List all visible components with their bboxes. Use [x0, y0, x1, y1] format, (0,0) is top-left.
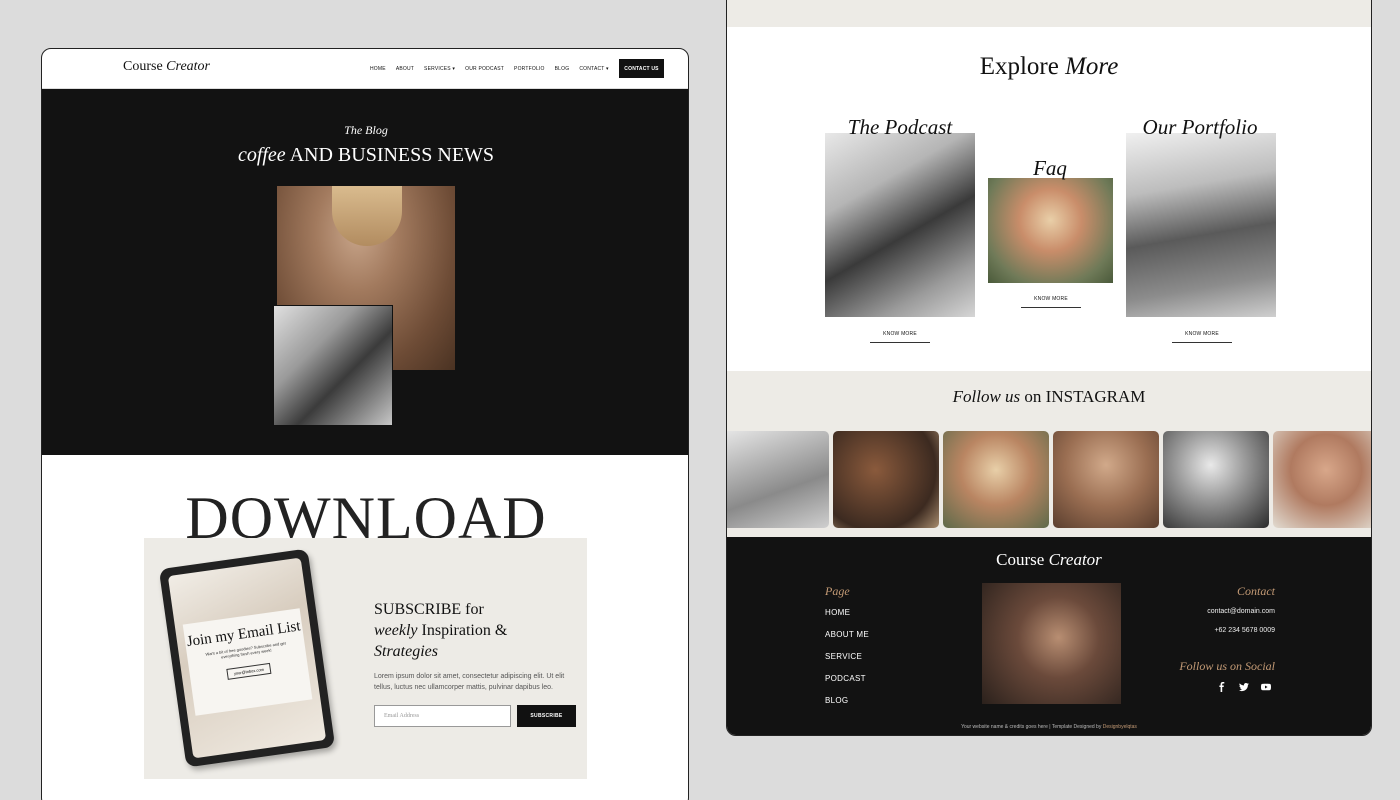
portfolio-title: Our Portfolio [1142, 115, 1258, 139]
instagram-photo[interactable] [943, 431, 1049, 528]
instagram-title-rest: on INSTAGRAM [1024, 387, 1146, 406]
podcast-title: The Podcast [847, 115, 953, 139]
subscribe-button[interactable]: SUBSCRIBE [517, 705, 576, 727]
footer-link-service[interactable]: SERVICE [825, 652, 869, 674]
tablet-mockup: Join my Email List Want a bit of free go… [158, 548, 336, 768]
footer-contact-heading: Contact [1237, 584, 1275, 598]
faq-know-more-link[interactable]: KNOW MORE [1021, 296, 1081, 308]
logo-text-italic: Creator [166, 59, 210, 74]
hero-title: coffee AND BUSINESS NEWS [42, 144, 688, 167]
nav-links: HOME ABOUT SERVICES ▾ OUR PODCAST PORTFO… [370, 66, 609, 72]
instagram-title-italic: Follow us [952, 387, 1021, 406]
hero-title-italic: coffee [237, 144, 286, 166]
contact-us-button[interactable]: CONTACT US [619, 59, 664, 78]
footer-credit-text: Your website name & credits goes here | … [961, 724, 1102, 730]
instagram-title: Follow us on INSTAGRAM [727, 387, 1371, 407]
youtube-icon[interactable] [1261, 682, 1271, 692]
instagram-photo[interactable] [1273, 431, 1371, 528]
twitter-icon[interactable] [1239, 682, 1249, 692]
site-logo[interactable]: Course Creator [123, 59, 210, 75]
footer-logo[interactable]: Course Creator [727, 550, 1371, 570]
subscribe-text: Lorem ipsum dolor sit amet, consectetur … [374, 673, 565, 691]
footer-phone[interactable]: +62 234 5678 0009 [1214, 627, 1275, 634]
subscribe-heading-line3: Strategies [374, 643, 438, 660]
footer-link-podcast[interactable]: PODCAST [825, 674, 869, 696]
explore-page-mockup: Explore More The Podcast KNOW MORE Faq K… [726, 0, 1372, 736]
subscribe-panel: Join my Email List Want a bit of free go… [144, 538, 587, 779]
footer-link-home[interactable]: HOME [825, 608, 869, 630]
faq-photo[interactable] [988, 178, 1113, 283]
instagram-photo[interactable] [1053, 431, 1159, 528]
footer-link-about[interactable]: ABOUT ME [825, 630, 869, 652]
blog-page-mockup: Course Creator HOME ABOUT SERVICES ▾ OUR… [41, 48, 689, 800]
explore-title-italic: More [1065, 53, 1119, 80]
footer-credit: Your website name & credits goes here | … [727, 724, 1371, 730]
instagram-feed [727, 431, 1371, 528]
top-band [727, 0, 1371, 27]
nav-link-blog[interactable]: BLOG [555, 66, 570, 72]
portfolio-photo[interactable] [1126, 133, 1276, 317]
instagram-photo[interactable] [727, 431, 829, 528]
footer-social-heading: Follow us on Social [1179, 659, 1275, 673]
portfolio-know-more-link[interactable]: KNOW MORE [1172, 331, 1232, 343]
footer-email[interactable]: contact@domain.com [1207, 608, 1275, 615]
faq-title: Faq [1033, 156, 1067, 180]
logo-text: Course [123, 59, 163, 74]
footer-page-links: HOME ABOUT ME SERVICE PODCAST BLOG [825, 608, 869, 718]
subscribe-heading-line1: SUBSCRIBE for [374, 601, 484, 618]
top-navigation: Course Creator HOME ABOUT SERVICES ▾ OUR… [42, 49, 688, 89]
tablet-screen: Join my Email List Want a bit of free go… [167, 557, 327, 759]
subscribe-heading-italic: weekly [374, 622, 418, 639]
email-field[interactable]: Email Address [374, 705, 511, 727]
footer-logo-italic: Creator [1048, 550, 1102, 569]
tablet-email: your@Inbox.com [226, 662, 272, 680]
footer-credit-link[interactable]: Designbyelqtas [1103, 724, 1137, 730]
nav-link-home[interactable]: HOME [370, 66, 386, 72]
blog-hero: The Blog coffee AND BUSINESS NEWS [42, 89, 688, 455]
facebook-icon[interactable] [1217, 682, 1227, 692]
hero-photo-reading [273, 305, 393, 426]
nav-link-services[interactable]: SERVICES ▾ [424, 66, 455, 72]
explore-title: Explore More [727, 53, 1371, 81]
nav-link-portfolio[interactable]: PORTFOLIO [514, 66, 545, 72]
footer-page-heading: Page [825, 584, 850, 598]
nav-link-about[interactable]: ABOUT [396, 66, 414, 72]
subscribe-heading: SUBSCRIBE for weekly Inspiration & Strat… [374, 599, 564, 662]
footer-logo-text: Course [996, 550, 1045, 569]
hero-eyebrow: The Blog [344, 123, 388, 137]
instagram-photo[interactable] [833, 431, 939, 528]
site-footer: Course Creator Page HOME ABOUT ME SERVIC… [727, 537, 1371, 735]
nav-link-contact[interactable]: CONTACT ▾ [579, 66, 608, 72]
subscribe-heading-line2: Inspiration & [421, 622, 508, 639]
podcast-know-more-link[interactable]: KNOW MORE [870, 331, 930, 343]
explore-title-plain: Explore [979, 53, 1059, 80]
footer-link-blog[interactable]: BLOG [825, 696, 869, 718]
tablet-card: Join my Email List Want a bit of free go… [182, 608, 313, 716]
instagram-photo[interactable] [1163, 431, 1269, 528]
footer-photo [982, 583, 1121, 704]
nav-link-podcast[interactable]: OUR PODCAST [465, 66, 504, 72]
social-icons [1217, 682, 1271, 692]
hero-title-rest: AND BUSINESS NEWS [289, 144, 495, 166]
